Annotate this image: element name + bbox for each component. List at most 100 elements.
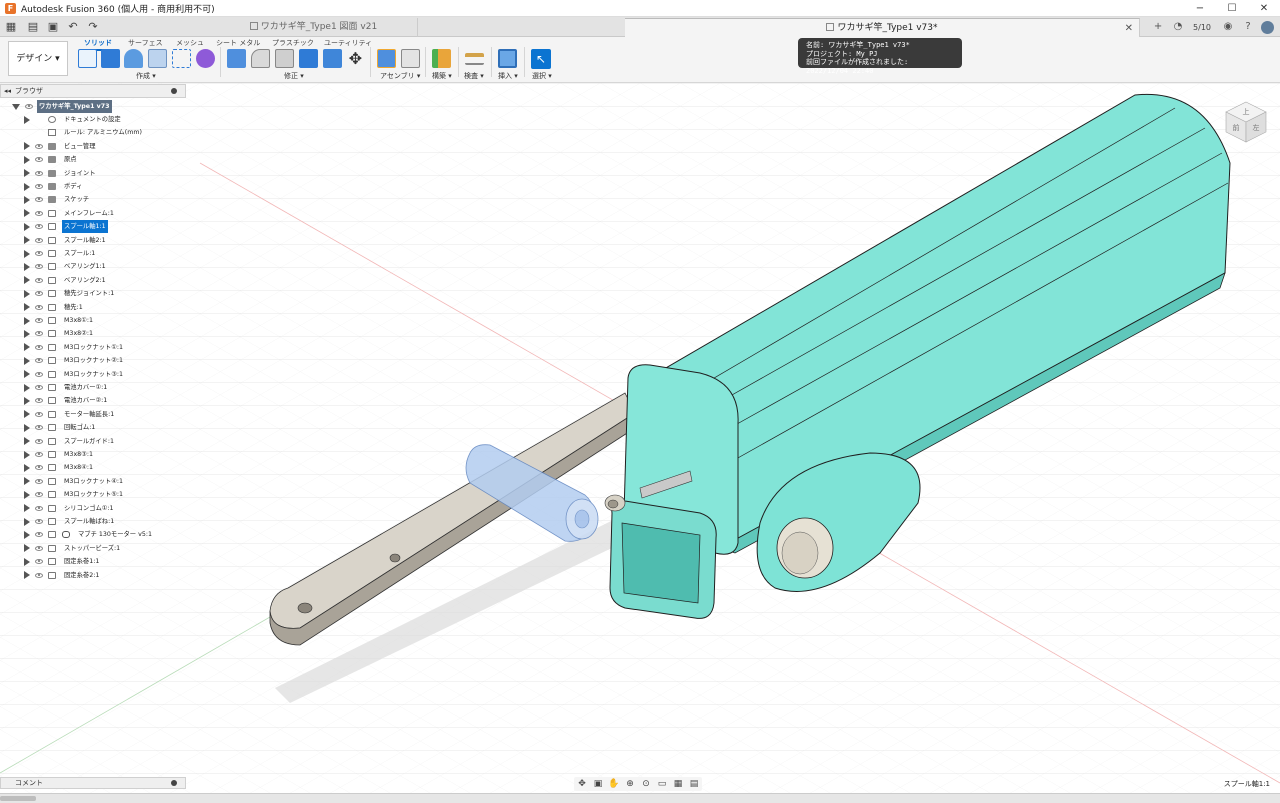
- select-group-label[interactable]: 選択 ▾: [532, 71, 552, 81]
- form-icon[interactable]: [196, 49, 215, 68]
- tree-item[interactable]: 回転ゴム:1: [0, 421, 186, 434]
- orbit-icon[interactable]: ✥: [574, 778, 590, 790]
- expand-icon[interactable]: [24, 504, 30, 513]
- modify-group-label[interactable]: 修正 ▾: [284, 71, 304, 81]
- view-cube[interactable]: 上 前 左: [1222, 100, 1270, 144]
- visibility-eye-icon[interactable]: [35, 411, 43, 417]
- tree-item[interactable]: メインフレーム:1: [0, 207, 186, 220]
- visibility-eye-icon[interactable]: [35, 505, 43, 511]
- tree-item[interactable]: M3ロックナット③:1: [0, 368, 186, 381]
- expand-icon[interactable]: [24, 169, 30, 178]
- select-icon[interactable]: ↖: [531, 49, 551, 69]
- comments-panel-header[interactable]: コメント: [0, 777, 186, 789]
- visibility-eye-icon[interactable]: [35, 385, 43, 390]
- browser-panel-header[interactable]: ◂◂ ブラウザ: [0, 84, 186, 98]
- combine-icon[interactable]: [323, 49, 342, 68]
- insert-image-icon[interactable]: [498, 49, 517, 68]
- expand-icon[interactable]: [24, 209, 30, 218]
- expand-icon[interactable]: [24, 477, 30, 486]
- comments-pin-icon[interactable]: [171, 780, 177, 786]
- shell-icon[interactable]: [299, 49, 318, 68]
- tree-item[interactable]: スプール:1: [0, 247, 186, 260]
- expand-icon[interactable]: [24, 423, 30, 432]
- display-settings-icon[interactable]: ▭: [654, 778, 670, 790]
- zoom-icon[interactable]: ⊕: [622, 778, 638, 790]
- notifications-icon[interactable]: ◉: [1219, 18, 1237, 36]
- tree-item[interactable]: M3ロックナット②:1: [0, 354, 186, 367]
- extrude-icon[interactable]: [101, 49, 120, 68]
- press-pull-icon[interactable]: [227, 49, 246, 68]
- visibility-eye-icon[interactable]: [35, 478, 43, 484]
- expand-icon[interactable]: [24, 276, 30, 285]
- tab-surface[interactable]: サーフェス: [128, 38, 163, 48]
- tree-item[interactable]: シリコンゴム①:1: [0, 502, 186, 515]
- tree-item[interactable]: M3x8①:1: [0, 314, 186, 327]
- tree-item[interactable]: ボディ: [0, 180, 186, 193]
- construct-group-label[interactable]: 構築 ▾: [432, 71, 452, 81]
- tree-item[interactable]: スケッチ: [0, 193, 186, 206]
- visibility-eye-icon[interactable]: [35, 251, 43, 256]
- tree-item[interactable]: 電池カバー①:1: [0, 381, 186, 394]
- tree-item[interactable]: スプールガイド:1: [0, 435, 186, 448]
- visibility-eye-icon[interactable]: [25, 104, 33, 109]
- expand-icon[interactable]: [24, 182, 30, 191]
- close-tab-icon[interactable]: ✕: [1125, 19, 1133, 38]
- minimize-button[interactable]: −: [1184, 0, 1216, 17]
- grid-menu-icon[interactable]: ▦: [2, 19, 20, 35]
- viewports-icon[interactable]: ▤: [686, 778, 702, 790]
- visibility-eye-icon[interactable]: [35, 519, 43, 524]
- visibility-eye-icon[interactable]: [35, 304, 43, 310]
- tree-item[interactable]: 原点: [0, 153, 186, 166]
- expand-icon[interactable]: [24, 370, 30, 379]
- expand-icon[interactable]: [24, 249, 30, 258]
- tree-item[interactable]: 固定糸巻2:1: [0, 569, 186, 582]
- expand-icon[interactable]: [24, 463, 30, 472]
- tree-root[interactable]: ワカサギ竿_Type1 v73: [0, 100, 186, 113]
- expand-icon[interactable]: [24, 222, 30, 231]
- visibility-eye-icon[interactable]: [35, 545, 43, 551]
- new-component-icon[interactable]: [377, 49, 396, 68]
- tree-item[interactable]: M3ロックナット①:1: [0, 341, 186, 354]
- expand-icon[interactable]: [24, 544, 30, 553]
- expand-icon[interactable]: [12, 104, 20, 110]
- expand-icon[interactable]: [24, 142, 30, 151]
- tree-item[interactable]: スプール軸ばね:1: [0, 515, 186, 528]
- visibility-eye-icon[interactable]: [35, 344, 43, 350]
- revolve-icon[interactable]: [124, 49, 143, 68]
- joint-icon[interactable]: [401, 49, 420, 68]
- visibility-eye-icon[interactable]: [35, 438, 43, 444]
- new-tab-icon[interactable]: +: [1149, 18, 1167, 36]
- visibility-eye-icon[interactable]: [35, 210, 43, 216]
- tree-item[interactable]: ストッパービーズ:1: [0, 542, 186, 555]
- expand-icon[interactable]: [24, 316, 30, 325]
- expand-icon[interactable]: [24, 557, 30, 566]
- visibility-eye-icon[interactable]: [35, 291, 43, 297]
- tree-item[interactable]: M3ロックナット④:1: [0, 475, 186, 488]
- redo-icon[interactable]: ↷: [84, 19, 102, 35]
- close-window-button[interactable]: ✕: [1248, 0, 1280, 17]
- expand-icon[interactable]: [24, 115, 30, 124]
- look-at-icon[interactable]: ▣: [590, 778, 606, 790]
- hole-icon[interactable]: [148, 49, 167, 68]
- visibility-eye-icon[interactable]: [35, 170, 43, 176]
- move-icon[interactable]: ✥: [346, 49, 365, 68]
- tree-item[interactable]: 電池カバー②:1: [0, 394, 186, 407]
- visibility-eye-icon[interactable]: [35, 157, 43, 163]
- visibility-eye-icon[interactable]: [35, 237, 43, 243]
- offset-plane-icon[interactable]: [432, 49, 451, 68]
- insert-group-label[interactable]: 挿入 ▾: [498, 71, 518, 81]
- visibility-eye-icon[interactable]: [35, 559, 43, 565]
- visibility-eye-icon[interactable]: [35, 197, 43, 203]
- expand-icon[interactable]: [24, 530, 30, 539]
- file-menu-icon[interactable]: ▤: [24, 19, 42, 35]
- tree-item[interactable]: M3x8②:1: [0, 327, 186, 340]
- maximize-button[interactable]: ☐: [1216, 0, 1248, 17]
- tab-sheet-metal[interactable]: シート メタル: [216, 38, 260, 48]
- visibility-eye-icon[interactable]: [35, 277, 43, 283]
- visibility-eye-icon[interactable]: [35, 358, 43, 364]
- visibility-eye-icon[interactable]: [35, 452, 43, 457]
- assemble-group-label[interactable]: アセンブリ ▾: [380, 71, 420, 81]
- visibility-eye-icon[interactable]: [35, 318, 43, 323]
- tree-item[interactable]: 穂先:1: [0, 301, 186, 314]
- undo-icon[interactable]: ↶: [64, 19, 82, 35]
